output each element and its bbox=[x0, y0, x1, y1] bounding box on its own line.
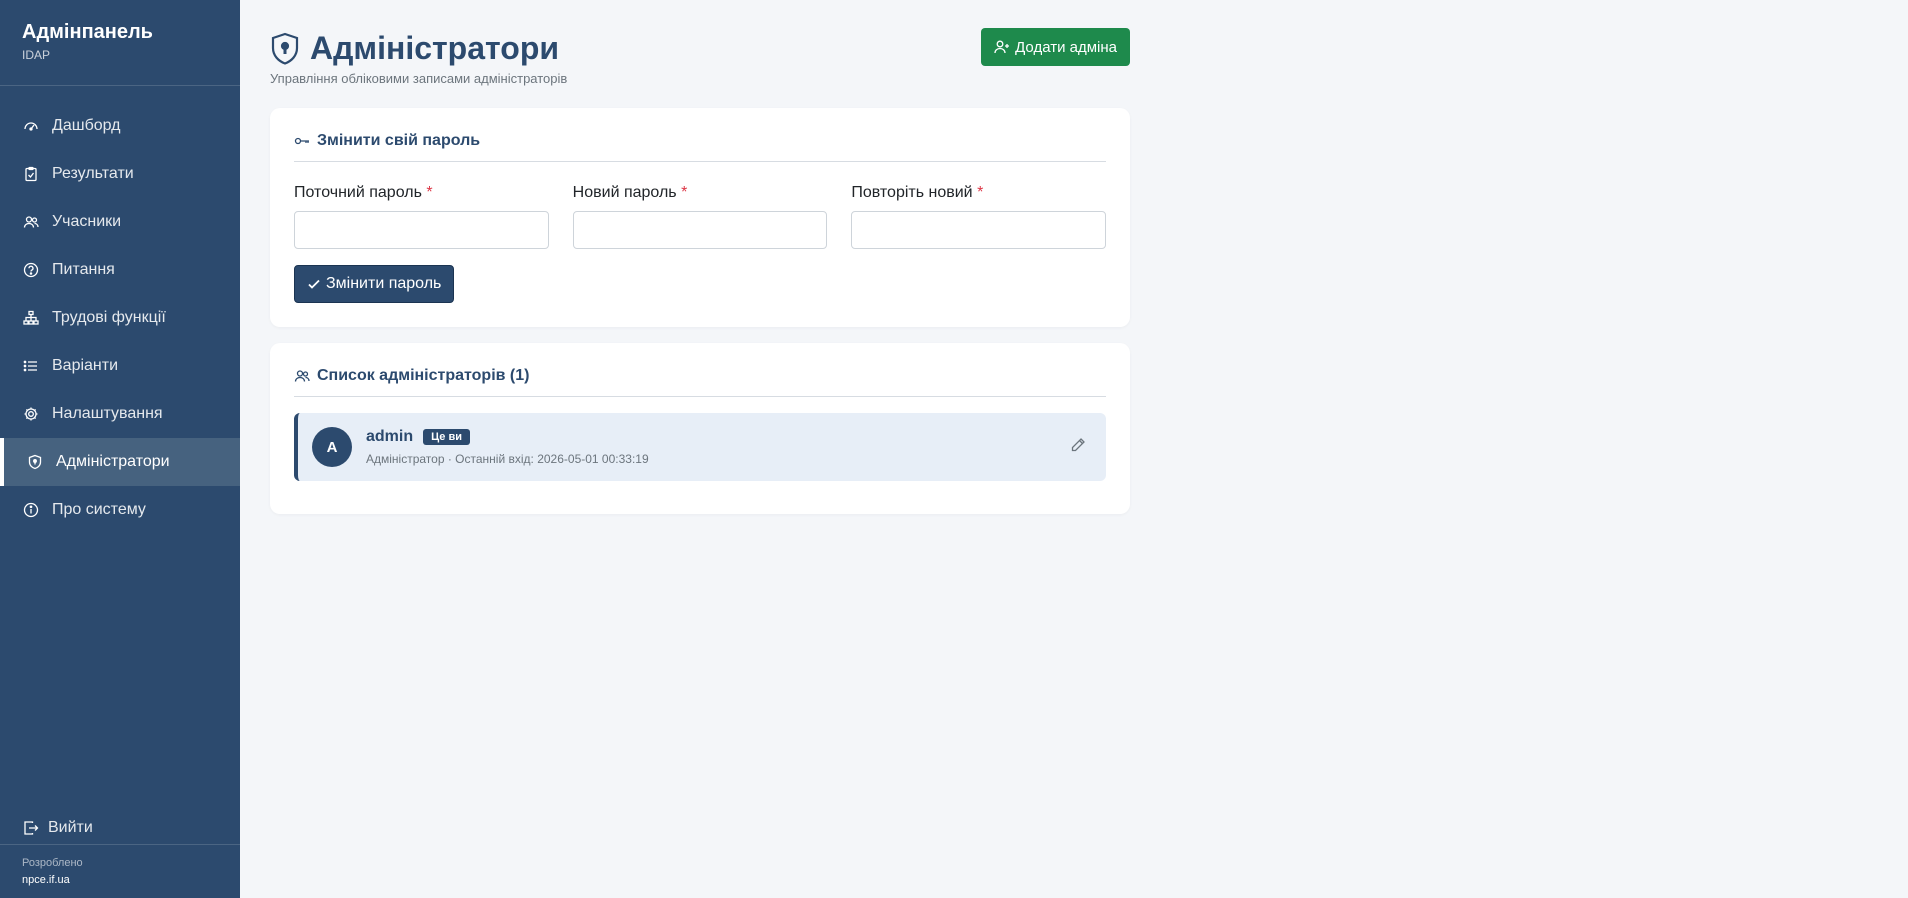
sidebar-item-administrators[interactable]: Адміністратори bbox=[0, 438, 240, 486]
key-icon bbox=[294, 133, 310, 149]
diagram-icon bbox=[22, 309, 40, 327]
admin-meta: Адміністратор · Останній вхід: 2026-05-0… bbox=[366, 452, 649, 466]
brand-subtitle: IDAP bbox=[22, 48, 51, 62]
gear-icon bbox=[22, 405, 40, 423]
avatar: A bbox=[312, 427, 352, 467]
sidebar-item-label: Учасники bbox=[52, 213, 122, 230]
current-user-badge: Це ви bbox=[423, 429, 470, 445]
admins-list-card: Список адміністраторів (1) A admin Це ви… bbox=[270, 343, 1130, 514]
list-icon bbox=[22, 357, 40, 375]
admin-list-item: A admin Це ви Адміністратор · Останній в… bbox=[294, 413, 1106, 481]
sidebar-item-label: Налаштування bbox=[52, 405, 163, 422]
sidebar-item-label: Варіанти bbox=[52, 357, 119, 374]
sidebar-item-label: Трудові функції bbox=[52, 309, 166, 326]
required-mark: * bbox=[681, 184, 688, 201]
page-subtitle: Управління обліковими записами адміністр… bbox=[270, 71, 568, 86]
shield-lock-icon bbox=[26, 453, 44, 471]
admin-name-line: admin Це ви bbox=[366, 428, 649, 446]
sidebar-item-label: Про систему bbox=[52, 501, 146, 518]
sidebar-footer: Розроблено npce.if.ua bbox=[0, 844, 240, 898]
page-title: Адміністратори bbox=[270, 30, 559, 67]
people-icon bbox=[22, 213, 40, 231]
sidebar-item-label: Питання bbox=[52, 261, 115, 278]
sidebar-nav: Дашборд Результати Учасники Питання Труд… bbox=[0, 102, 240, 534]
check-icon bbox=[307, 277, 321, 291]
sidebar-item-label: Дашборд bbox=[52, 117, 121, 134]
repeat-password-input[interactable] bbox=[851, 211, 1107, 249]
person-plus-icon bbox=[994, 39, 1010, 55]
sidebar: Адмінпанель IDAP Дашборд Результати Учас… bbox=[0, 0, 240, 898]
footer-link[interactable]: npce.if.ua bbox=[22, 874, 218, 886]
footer-label: Розроблено bbox=[22, 857, 83, 869]
main-content: Адміністратори Управління обліковими зап… bbox=[270, 0, 1130, 530]
sidebar-item-label: Адміністратори bbox=[56, 453, 170, 470]
gauge-icon bbox=[22, 117, 40, 135]
admin-info: admin Це ви Адміністратор · Останній вхі… bbox=[366, 428, 649, 466]
current-password-group: Поточний пароль * bbox=[294, 184, 549, 249]
card-title-text: Змінити свій пароль bbox=[317, 131, 481, 149]
card-title: Змінити свій пароль bbox=[294, 130, 1106, 162]
repeat-password-label: Повторіть новий * bbox=[851, 184, 984, 201]
card-title: Список адміністраторів (1) bbox=[294, 365, 1106, 397]
pencil-icon bbox=[1070, 437, 1086, 458]
sidebar-item-questions[interactable]: Питання bbox=[0, 246, 240, 294]
brand-title: Адмінпанель bbox=[22, 21, 153, 43]
info-circle-icon bbox=[22, 501, 40, 519]
card-title-text: Список адміністраторів (1) bbox=[317, 366, 530, 384]
new-password-group: Новий пароль * bbox=[572, 184, 828, 249]
sidebar-item-results[interactable]: Результати bbox=[0, 150, 240, 198]
change-password-label: Змінити пароль bbox=[326, 275, 442, 292]
current-password-label: Поточний пароль * bbox=[294, 184, 433, 201]
change-password-card: Змінити свій пароль Поточний пароль * Но… bbox=[270, 108, 1130, 327]
admin-name: admin bbox=[366, 428, 414, 445]
new-password-input[interactable] bbox=[572, 211, 828, 249]
password-form: Поточний пароль * Новий пароль * Повторі… bbox=[294, 184, 1107, 249]
clipboard-check-icon bbox=[22, 165, 40, 183]
edit-admin-button[interactable] bbox=[1068, 437, 1088, 457]
change-password-button[interactable]: Змінити пароль bbox=[294, 265, 455, 303]
page-header: Адміністратори Управління обліковими зап… bbox=[270, 0, 1130, 108]
new-password-label: Новий пароль * bbox=[572, 184, 688, 201]
add-admin-label: Додати адміна bbox=[1015, 38, 1117, 56]
page-title-text: Адміністратори bbox=[310, 30, 560, 66]
sidebar-item-label: Результати bbox=[52, 165, 134, 182]
repeat-password-group: Повторіть новий * bbox=[851, 184, 1107, 249]
sidebar-item-about[interactable]: Про систему bbox=[0, 486, 240, 534]
current-password-input[interactable] bbox=[294, 211, 549, 249]
sidebar-item-variants[interactable]: Варіанти bbox=[0, 342, 240, 390]
sidebar-item-job-functions[interactable]: Трудові функції bbox=[0, 294, 240, 342]
sidebar-item-participants[interactable]: Учасники bbox=[0, 198, 240, 246]
logout-link[interactable]: Вийти bbox=[0, 810, 240, 846]
shield-lock-icon bbox=[270, 32, 300, 66]
question-circle-icon bbox=[22, 261, 40, 279]
required-mark: * bbox=[977, 184, 984, 201]
brand: Адмінпанель IDAP bbox=[0, 0, 240, 86]
logout-label: Вийти bbox=[48, 819, 93, 836]
sidebar-item-settings[interactable]: Налаштування bbox=[0, 390, 240, 438]
required-mark: * bbox=[426, 184, 433, 201]
sidebar-item-dashboard[interactable]: Дашборд bbox=[0, 102, 240, 150]
add-admin-button[interactable]: Додати адміна bbox=[981, 28, 1130, 66]
people-icon bbox=[294, 368, 310, 384]
logout-icon bbox=[22, 819, 40, 837]
